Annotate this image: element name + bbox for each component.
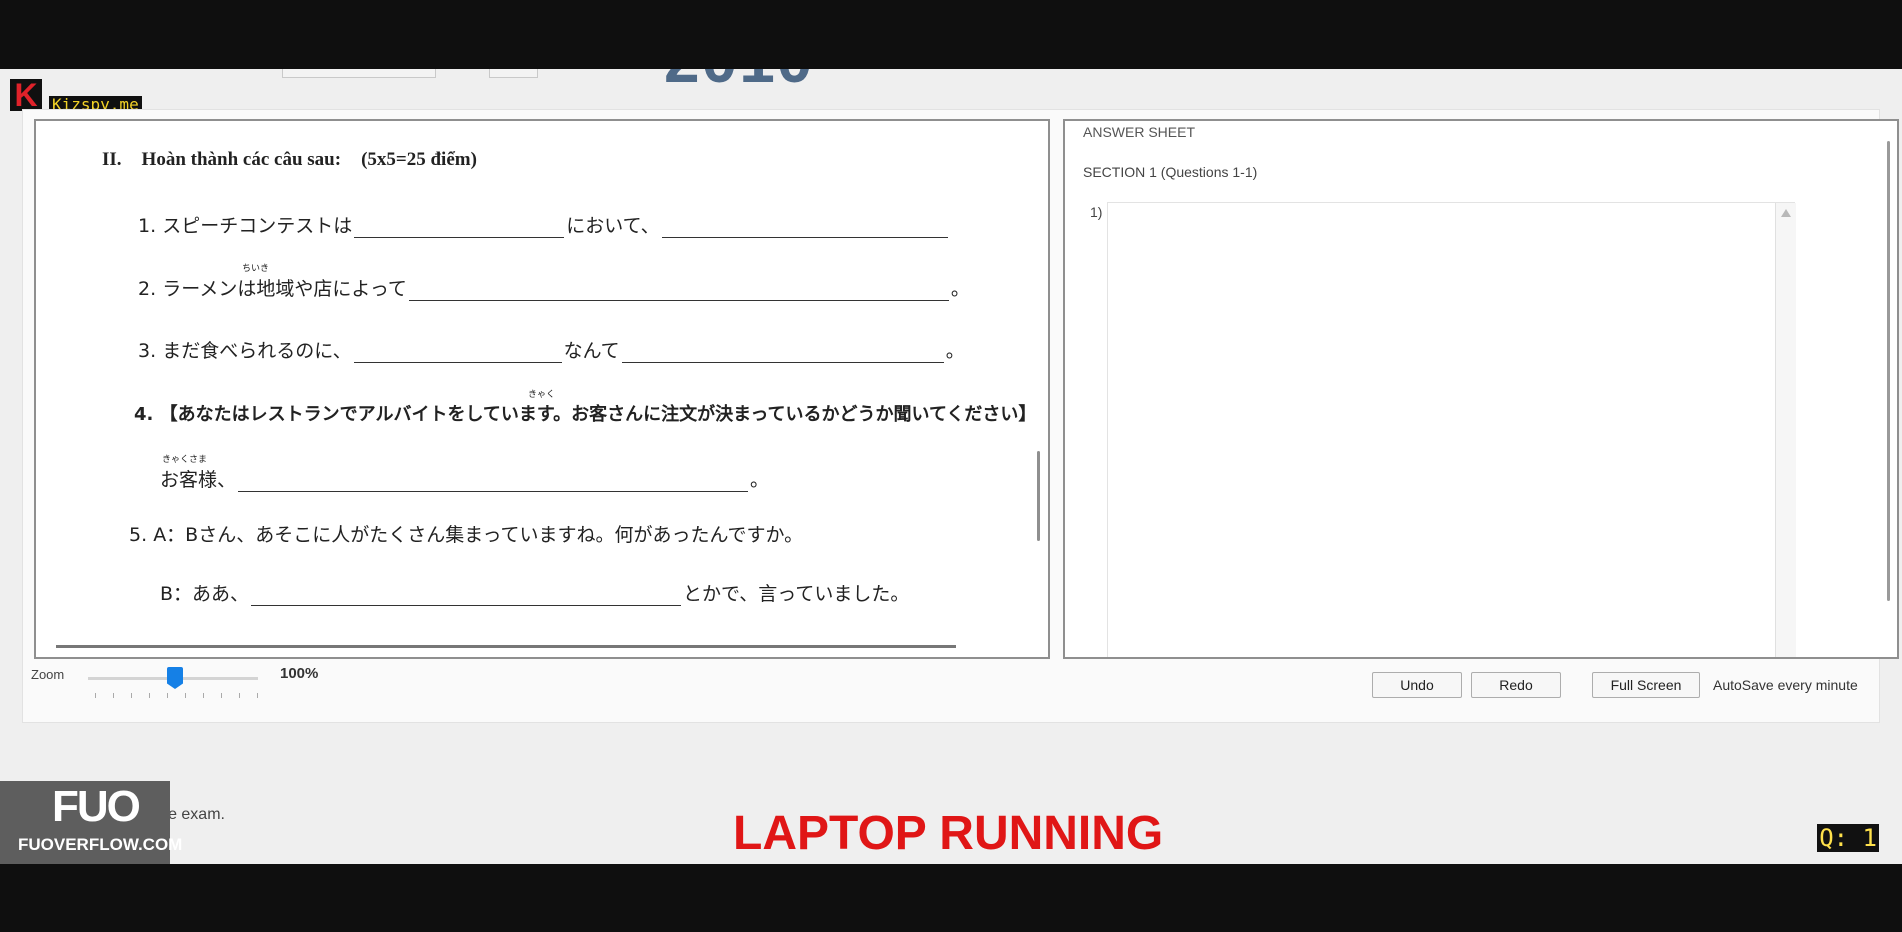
question-2: 2. ラーメンは地域や店によって 。 bbox=[138, 274, 970, 301]
section-number: II. bbox=[102, 149, 122, 170]
zoom-tick bbox=[203, 693, 204, 698]
document-vertical-scrollbar[interactable] bbox=[1037, 451, 1040, 541]
question-1-text-b: において、 bbox=[566, 215, 660, 237]
section-heading: II. Hoàn thành các câu sau: (5x5=25 điểm) bbox=[102, 149, 497, 171]
exam-window: 2010 K Kizspy.me II.Hoàn thành các câu s… bbox=[0, 69, 1902, 864]
question-4-answer: お客様、 。 bbox=[160, 465, 769, 492]
question-1: 1. スピーチコンテストは において、 bbox=[138, 211, 950, 238]
exam-panel: II. Hoàn thành các câu sau: (5x5=25 điểm) … bbox=[22, 109, 1899, 723]
question-1-blank-2 bbox=[661, 219, 948, 238]
question-3: 3. まだ食べられるのに、 なんて 。 bbox=[138, 336, 965, 363]
toolbar-input-ghost bbox=[282, 69, 436, 78]
question-1-text-a: スピーチコンテストは bbox=[162, 215, 353, 237]
zoom-tick bbox=[221, 693, 222, 698]
question-counter: Q: 1 bbox=[1817, 824, 1879, 852]
fuo-domain-label: FUOVERFLOW.COM bbox=[18, 835, 183, 854]
zoom-tick bbox=[131, 693, 132, 698]
question-3-text-b: なんて bbox=[563, 340, 620, 362]
question-4-end: 。 bbox=[750, 469, 770, 491]
autosave-label: AutoSave every minute bbox=[1713, 677, 1858, 693]
answer-sheet-scrollbar[interactable] bbox=[1887, 141, 1890, 601]
question-document-viewer[interactable]: II. Hoàn thành các câu sau: (5x5=25 điểm) … bbox=[34, 119, 1050, 659]
answer-sheet-title: ANSWER SHEET bbox=[1083, 124, 1196, 140]
question-4-text: 【あなたはレストランでアルバイトをしています。お客さんに注文が決まっているかどう… bbox=[159, 404, 1037, 425]
question-5-line-a: A：Bさん、あそこに人がたくさん集まっていますね。何があったんですか。 bbox=[153, 524, 804, 546]
question-4-blank bbox=[238, 473, 749, 492]
answer-textarea[interactable] bbox=[1107, 202, 1796, 657]
redo-button[interactable]: Redo bbox=[1471, 672, 1561, 698]
document-horizontal-scrollbar[interactable] bbox=[56, 645, 956, 648]
kizspy-logo-icon: K bbox=[10, 79, 42, 111]
question-5-label: 5. bbox=[129, 524, 148, 546]
question-5: 5. A：Bさん、あそこに人がたくさん集まっていますね。何があったんですか。 bbox=[129, 520, 803, 547]
question-3-text-a: まだ食べられるのに、 bbox=[162, 340, 352, 362]
bottom-letterbox bbox=[0, 864, 1902, 932]
answer-textarea-scrollbar[interactable] bbox=[1775, 203, 1796, 657]
question-2-end: 。 bbox=[950, 278, 970, 300]
section-points: (5x5=25 điểm) bbox=[361, 149, 477, 170]
zoom-slider-thumb[interactable] bbox=[167, 667, 183, 689]
question-4-answer-prefix: お客様、 bbox=[160, 469, 237, 491]
zoom-value: 100% bbox=[280, 665, 319, 682]
question-4-furigana: きゃく bbox=[528, 390, 556, 400]
question-4-label: 4. bbox=[134, 404, 154, 425]
zoom-label: Zoom bbox=[31, 667, 65, 682]
question-3-blank-1 bbox=[353, 344, 562, 363]
scroll-up-arrow-icon[interactable] bbox=[1781, 209, 1791, 217]
question-1-blank-1 bbox=[354, 219, 565, 238]
question-5-line-b: B：ああ、 とかで、言っていました。 bbox=[160, 579, 909, 606]
zoom-tick bbox=[239, 693, 240, 698]
answer-section-label: SECTION 1 (Questions 1-1) bbox=[1083, 164, 1258, 180]
zoom-tick bbox=[95, 693, 96, 698]
undo-button[interactable]: Undo bbox=[1372, 672, 1462, 698]
question-page: II. Hoàn thành các câu sau: (5x5=25 điểm) … bbox=[36, 121, 1036, 639]
question-1-label: 1. bbox=[138, 215, 157, 237]
answer-question-number: 1) bbox=[1090, 204, 1103, 220]
zoom-tick bbox=[185, 693, 186, 698]
question-4: 4. 【あなたはレストランでアルバイトをしています。お客さんに注文が決まっている… bbox=[134, 400, 1036, 426]
question-5-line-b-suffix: とかで、言っていました。 bbox=[683, 583, 910, 605]
top-letterbox bbox=[0, 0, 1902, 69]
fullscreen-button[interactable]: Full Screen bbox=[1592, 672, 1700, 698]
exam-title-ghost: 2010 bbox=[664, 69, 814, 97]
zoom-tick bbox=[167, 693, 168, 698]
question-2-text: ラーメンは地域や店によって bbox=[162, 278, 407, 300]
zoom-tick bbox=[257, 693, 258, 698]
question-2-blank bbox=[408, 282, 949, 301]
fuo-logo-icon: FUO bbox=[52, 782, 141, 831]
status-banner: LAPTOP RUNNING bbox=[733, 807, 1164, 860]
question-5-blank bbox=[251, 587, 682, 606]
question-4-answer-furigana: きゃくさま bbox=[162, 455, 208, 465]
question-2-furigana: ちいき bbox=[242, 264, 270, 274]
zoom-tick bbox=[149, 693, 150, 698]
fuoverflow-watermark: FUO FUOVERFLOW.COM bbox=[0, 781, 182, 864]
question-3-end: 。 bbox=[945, 340, 965, 362]
question-2-label: 2. bbox=[138, 278, 157, 300]
question-3-blank-2 bbox=[621, 344, 944, 363]
answer-sheet-panel: ANSWER SHEET SECTION 1 (Questions 1-1) 1… bbox=[1063, 119, 1899, 659]
zoom-tick bbox=[113, 693, 114, 698]
question-3-label: 3. bbox=[138, 340, 157, 362]
question-5-line-b-prefix: B：ああ、 bbox=[160, 583, 250, 605]
toolbar-input-ghost-small bbox=[489, 69, 538, 78]
section-instruction: Hoàn thành các câu sau: bbox=[141, 149, 342, 170]
